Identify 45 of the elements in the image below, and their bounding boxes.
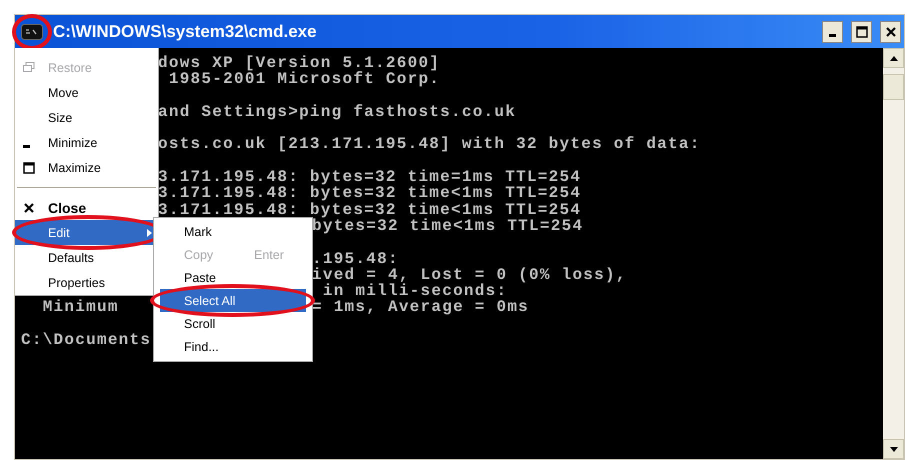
- restore-icon: [23, 62, 35, 73]
- console-text: in milli-seconds:: [322, 283, 508, 300]
- menu-item[interactable]: Find...: [160, 335, 306, 358]
- console-icon[interactable]: [21, 24, 43, 40]
- minimize-button[interactable]: [822, 20, 843, 42]
- console-text: 3.171.195.48: bytes=32 time=1ms TTL=254: [158, 169, 582, 186]
- scroll-up-button[interactable]: [883, 48, 904, 68]
- shortcut-text: Enter: [254, 248, 284, 262]
- down-arrow-icon: [890, 446, 898, 452]
- console-text: 3.171.195.48: bytes=32 time<1ms TTL=254: [158, 185, 582, 202]
- up-arrow-icon: [890, 56, 898, 60]
- console-text: = 1ms, Average = 0ms: [312, 299, 530, 316]
- maximize-icon: [856, 26, 868, 38]
- close-icon: [884, 26, 896, 38]
- menu-item[interactable]: Properties: [15, 270, 158, 295]
- minimize-icon: [829, 34, 836, 37]
- console-text: bytes=32 time<1ms TTL=254: [312, 218, 584, 234]
- menu-item[interactable]: Mark: [160, 220, 306, 243]
- menu-item[interactable]: Defaults: [15, 245, 158, 270]
- menu-item[interactable]: Move: [15, 80, 158, 105]
- console-text: osts.co.uk [213.171.195.48] with 32 bytes of data:: [158, 136, 701, 153]
- menu-item[interactable]: Paste: [160, 266, 306, 289]
- window-title: C:\WINDOWS\system32\cmd.exe: [53, 22, 318, 42]
- scrollbar[interactable]: [883, 48, 904, 459]
- console-text: ived = 4, Lost = 0 (0% loss),: [312, 266, 627, 284]
- console-text: .195.48:: [312, 250, 399, 267]
- maximize-button[interactable]: [851, 20, 872, 42]
- menu-item[interactable]: Maximize: [15, 155, 158, 180]
- close-button[interactable]: [880, 20, 901, 42]
- minimize-icon: [23, 145, 30, 148]
- menu-item[interactable]: Minimize: [15, 130, 158, 155]
- menu-item[interactable]: Close: [15, 195, 158, 220]
- console-text: 1985-2001 Microsoft Corp.: [168, 71, 440, 88]
- maximize-icon: [23, 162, 35, 174]
- close-icon: [23, 202, 35, 214]
- menu-item[interactable]: Size: [15, 105, 158, 130]
- console-text: C:\Documents: [21, 332, 152, 348]
- scroll-down-button[interactable]: [883, 439, 904, 459]
- console-text: 3.171.195.48: bytes=32 time<1ms TTL=254: [158, 202, 582, 218]
- scroll-thumb[interactable]: [883, 74, 904, 100]
- console-text: and Settings>ping fasthosts.co.uk: [158, 104, 516, 120]
- console-text: dows XP [Version 5.1.2600]: [158, 55, 440, 72]
- menu-item[interactable]: Select All: [160, 289, 306, 312]
- console-text: Minimum: [42, 299, 119, 316]
- menu-item[interactable]: Scroll: [160, 312, 306, 335]
